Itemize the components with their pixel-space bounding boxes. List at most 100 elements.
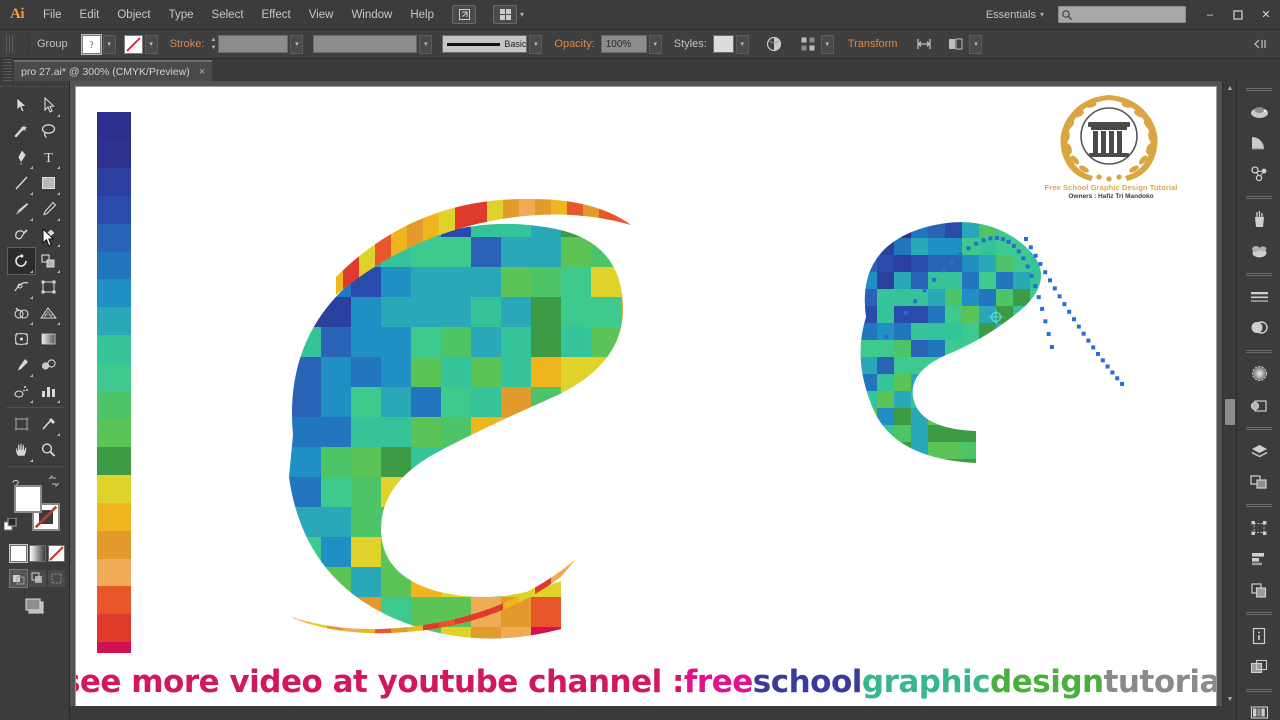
palette-swatch[interactable] — [97, 195, 131, 224]
perspective-grid-tool[interactable] — [35, 300, 62, 326]
tab-strip-grip[interactable] — [3, 59, 12, 81]
scroll-up-arrow-icon[interactable]: ▲ — [1223, 81, 1236, 95]
menu-select[interactable]: Select — [203, 0, 253, 30]
rotate-tool[interactable] — [7, 247, 36, 275]
eraser-tool[interactable] — [35, 222, 62, 248]
screen-mode-button[interactable] — [22, 595, 48, 617]
color-button[interactable] — [9, 544, 28, 563]
isolate-chevron-down-icon[interactable]: ▾ — [820, 34, 834, 54]
arrange-chevron-down-icon[interactable]: ▾ — [520, 10, 524, 19]
document-tab-close-icon[interactable]: × — [199, 66, 205, 78]
stroke-swatch-button[interactable] — [123, 34, 143, 54]
pen-tool[interactable] — [8, 144, 35, 170]
menu-window[interactable]: Window — [342, 0, 401, 30]
palette-swatch[interactable] — [97, 335, 131, 364]
stroke-label[interactable]: Stroke: — [170, 38, 205, 50]
draw-inside-button[interactable] — [48, 570, 65, 587]
paintbrush-tool[interactable] — [8, 196, 35, 222]
go-to-bridge-icon[interactable] — [452, 5, 476, 24]
swap-fill-stroke-icon[interactable] — [48, 474, 60, 488]
palette-swatch[interactable] — [97, 363, 131, 392]
free-transform-tool[interactable] — [35, 274, 62, 300]
slice-tool[interactable] — [35, 411, 62, 437]
palette-swatch[interactable] — [97, 139, 131, 168]
symbols-panel-icon[interactable] — [1237, 158, 1280, 189]
stroke-weight-chevron-down-icon[interactable]: ▾ — [290, 34, 304, 54]
rectangle-tool[interactable] — [35, 170, 62, 196]
mosaic-s-logo[interactable] — [231, 177, 651, 647]
recolor-artwork-icon[interactable] — [763, 34, 785, 54]
line-segment-tool[interactable] — [8, 170, 35, 196]
pathfinder-panel-icon[interactable] — [1237, 574, 1280, 605]
document-info-panel-icon[interactable] — [1237, 620, 1280, 651]
palette-swatch[interactable] — [97, 391, 131, 419]
transform-panel-icon[interactable] — [1237, 512, 1280, 543]
gradient-button[interactable] — [29, 545, 46, 562]
transform-label[interactable]: Transform — [848, 38, 898, 50]
menu-type[interactable]: Type — [160, 0, 203, 30]
palette-swatch[interactable] — [97, 558, 131, 587]
arrange-documents-button[interactable]: ▾ — [484, 5, 524, 24]
palette-swatch[interactable] — [97, 251, 131, 280]
artboard[interactable]: Free School Graphic Design Tutorial Owne… — [76, 87, 1216, 711]
graphic-style-swatch[interactable] — [712, 35, 734, 53]
minimize-button[interactable]: – — [1196, 0, 1224, 30]
color-guide-panel-icon[interactable] — [1237, 127, 1280, 158]
opacity-mask-chevron-down-icon[interactable]: ▾ — [969, 34, 983, 54]
appearance-panel-icon[interactable] — [1237, 389, 1280, 420]
menu-help[interactable]: Help — [401, 0, 443, 30]
palette-swatch[interactable] — [97, 586, 131, 615]
layers-panel-icon[interactable] — [1237, 435, 1280, 466]
mosaic-s-logo-rotated[interactable] — [826, 187, 1166, 487]
artboard-tool[interactable] — [8, 411, 35, 437]
opacity-mask-icon[interactable] — [945, 34, 967, 54]
stroke-weight-field[interactable] — [218, 35, 289, 53]
palette-swatch[interactable] — [97, 223, 131, 252]
palette-swatch[interactable] — [97, 530, 131, 559]
width-tool[interactable] — [8, 274, 35, 300]
control-panel-overflow-icon[interactable] — [1250, 34, 1272, 54]
canvas-area[interactable]: Free School Graphic Design Tutorial Owne… — [70, 81, 1236, 720]
align-panel-icon[interactable] — [1237, 543, 1280, 574]
palette-swatch[interactable] — [97, 167, 131, 196]
stroke-profile-chevron-down-icon[interactable]: ▾ — [419, 34, 433, 54]
magic-wand-tool[interactable] — [8, 118, 35, 144]
dock-group-grip[interactable] — [1245, 504, 1272, 507]
blob-brush-tool[interactable] — [8, 222, 35, 248]
blend-tool[interactable] — [35, 352, 62, 378]
color-panel-icon[interactable] — [1237, 96, 1280, 127]
align-icon[interactable] — [913, 34, 935, 54]
shape-builder-tool[interactable] — [8, 300, 35, 326]
menu-effect[interactable]: Effect — [253, 0, 300, 30]
dock-group-grip[interactable] — [1245, 427, 1272, 430]
workspace-switcher[interactable]: Essentials — [982, 9, 1040, 21]
separations-preview-panel-icon[interactable] — [1237, 697, 1280, 720]
lasso-tool[interactable] — [35, 118, 62, 144]
selection-tool[interactable] — [8, 92, 35, 118]
opacity-label[interactable]: Opacity: — [554, 38, 594, 50]
dock-group-grip[interactable] — [1245, 612, 1272, 615]
mesh-tool[interactable] — [8, 326, 35, 352]
eyedropper-tool[interactable] — [8, 352, 35, 378]
default-fill-stroke-icon[interactable] — [3, 517, 17, 531]
palette-swatch[interactable] — [97, 307, 131, 336]
stroke-chevron-down-icon[interactable]: ▾ — [144, 34, 158, 54]
palette-swatch[interactable] — [97, 446, 131, 475]
search-input[interactable] — [1058, 6, 1186, 23]
arrange-documents-icon[interactable] — [493, 5, 517, 24]
vertical-scroll-thumb[interactable] — [1225, 399, 1235, 425]
opacity-field[interactable]: 100% — [600, 35, 647, 53]
palette-swatch[interactable] — [97, 279, 131, 308]
fill-swatch-button[interactable]: ? — [80, 33, 102, 55]
dock-group-grip[interactable] — [1245, 350, 1272, 353]
fill-chevron-down-icon[interactable]: ▾ — [102, 34, 116, 54]
stroke-profile-field[interactable] — [313, 35, 418, 53]
scroll-down-arrow-icon[interactable]: ▼ — [1223, 692, 1236, 706]
tools-panel-grip[interactable] — [0, 81, 69, 92]
symbol-sprayer-tool[interactable] — [8, 378, 35, 404]
draw-normal-button[interactable] — [9, 569, 28, 588]
links-panel-icon[interactable] — [1237, 651, 1280, 682]
dock-group-grip[interactable] — [1245, 273, 1272, 276]
brush-definition-field[interactable]: Basic — [442, 35, 528, 53]
artboards-panel-icon[interactable] — [1237, 466, 1280, 497]
